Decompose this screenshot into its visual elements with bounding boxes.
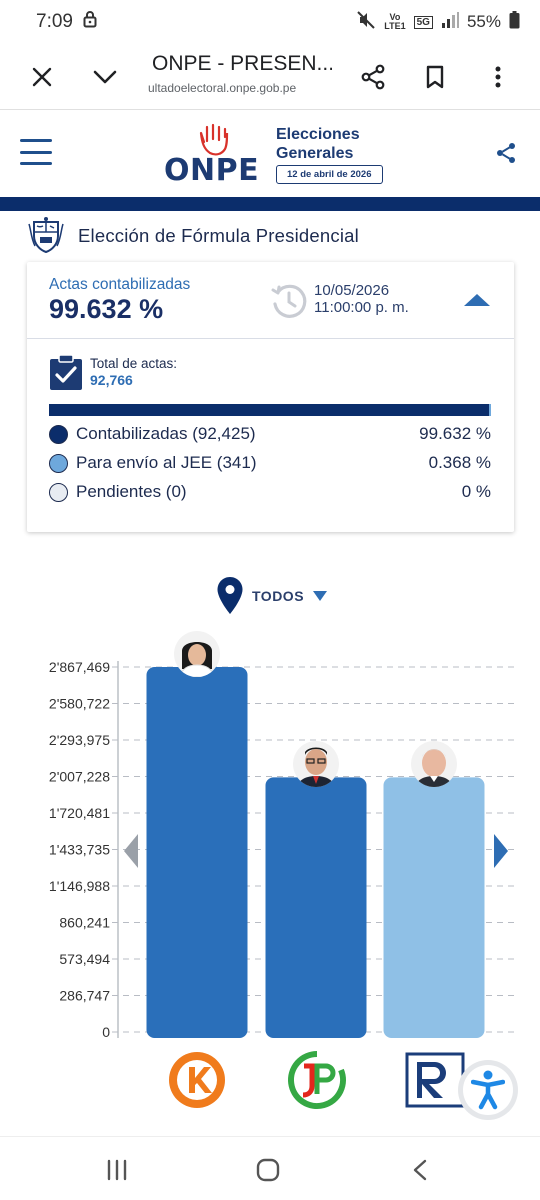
elecciones-line2: Generales	[276, 145, 354, 162]
bar-chart-svg: 0 286,747 573,494 860,241 1'146,988 1'433,735…	[49, 659, 515, 1040]
back-icon[interactable]	[405, 1157, 435, 1183]
candidate-photo-2	[293, 741, 339, 788]
bar-1[interactable]	[146, 667, 248, 1038]
progress-contabilizadas	[49, 404, 490, 416]
summary-card: Actas contabilizadas 99.632 % 10/05/2026…	[27, 262, 514, 532]
legend-label: Contabilizadas (92,425)	[76, 424, 256, 443]
share-icon[interactable]	[494, 141, 518, 170]
last-update: 10/05/2026 11:00:00 p. m.	[314, 282, 409, 316]
y-tick-label: 0	[102, 1024, 110, 1040]
actas-percentage: 99.632 %	[49, 294, 164, 324]
y-tick-label: 286,747	[59, 988, 110, 1004]
lock-icon	[83, 10, 97, 34]
accessibility-button[interactable]	[458, 1060, 518, 1120]
elecciones-line1: Elecciones	[276, 126, 360, 143]
collapse-arrow-icon[interactable]	[464, 294, 490, 306]
y-tick-label: 2'867,469	[49, 659, 110, 675]
status-time: 7:09	[36, 11, 73, 32]
y-tick-label: 1'720,481	[49, 805, 110, 821]
bar-3[interactable]	[383, 777, 485, 1038]
legend-pendientes: Pendientes (0) 0 %	[49, 480, 491, 504]
election-date-pill: 12 de abril de 2026	[276, 165, 383, 184]
elecciones-title: Elecciones Generales	[276, 125, 360, 163]
update-date: 10/05/2026	[314, 282, 390, 299]
y-tick-label: 1'146,988	[49, 878, 110, 894]
renovacion-popular-logo-icon[interactable]	[405, 1050, 465, 1110]
chevron-down-icon[interactable]	[86, 58, 124, 96]
progress-jee	[489, 404, 491, 416]
legend-jee: Para envío al JEE (341) 0.368 %	[49, 451, 491, 475]
legend-contabilizadas: Contabilizadas (92,425) 99.632 %	[49, 422, 491, 446]
y-tick-label: 2'293,975	[49, 732, 110, 748]
update-time: 11:00:00 p. m.	[314, 299, 409, 316]
y-tick-label: 2'580,722	[49, 696, 110, 712]
android-nav-bar	[0, 1136, 540, 1200]
actas-progress-bar	[49, 404, 491, 416]
legend-value: 99.632 %	[419, 424, 491, 443]
site-header: ONPE Elecciones Generales 12 de abril de…	[0, 111, 540, 197]
candidate-photo-1	[174, 631, 220, 677]
browser-url[interactable]: ultadoelectoral.onpe.gob.pe	[148, 81, 296, 95]
hand-logo-icon	[199, 123, 229, 156]
page-title: Elección de Fórmula Presidencial	[78, 225, 359, 246]
section-header: Elección de Fórmula Presidencial	[26, 216, 359, 256]
more-vert-icon[interactable]	[479, 58, 517, 96]
accessibility-icon	[463, 1065, 513, 1115]
signal-icon	[441, 11, 459, 33]
volte-indicator: Vo LTE1	[384, 12, 406, 31]
header-band	[0, 197, 540, 211]
actas-label: Actas contabilizadas	[49, 276, 191, 293]
legend-label: Pendientes (0)	[76, 482, 187, 501]
share-icon[interactable]	[354, 58, 392, 96]
y-tick-label: 2'007,228	[49, 769, 110, 785]
hamburger-icon[interactable]	[20, 139, 52, 165]
peru-coat-of-arms-icon	[28, 217, 64, 254]
network-indicator: 5G	[413, 15, 433, 29]
bar-2[interactable]	[265, 777, 367, 1038]
legend-dot-contabilizadas	[49, 424, 68, 444]
location-pin-icon	[217, 577, 243, 614]
clock-history-icon	[271, 284, 307, 318]
status-bar: 7:09 Vo LTE1 5G 55%	[0, 0, 540, 44]
legend-dot-jee	[49, 453, 68, 473]
clipboard-check-icon	[50, 355, 82, 390]
legend-dot-pendientes	[49, 482, 68, 502]
legend-value: 0 %	[461, 482, 491, 501]
y-tick-label: 573,494	[59, 951, 110, 967]
y-tick-label: 1'433,735	[49, 841, 110, 857]
recent-apps-icon[interactable]	[102, 1157, 132, 1183]
mute-icon	[356, 10, 376, 35]
caret-down-icon	[313, 591, 328, 601]
home-icon[interactable]	[253, 1157, 283, 1183]
filter-label: TODOS	[252, 588, 305, 604]
region-filter[interactable]: TODOS	[216, 576, 328, 616]
summary-card-header[interactable]: Actas contabilizadas 99.632 % 10/05/2026…	[27, 262, 514, 339]
fuerza-popular-logo-icon[interactable]	[167, 1050, 227, 1110]
chevron-right-icon[interactable]	[494, 834, 508, 868]
battery-icon	[509, 10, 520, 34]
browser-page-title[interactable]: ONPE - PRESEN...	[152, 52, 332, 76]
y-tick-label: 860,241	[59, 915, 110, 931]
total-actas-value: 92,766	[90, 372, 133, 388]
chevron-left-icon[interactable]	[124, 834, 138, 868]
browser-toolbar: ONPE - PRESEN... ultadoelectoral.onpe.go…	[0, 44, 540, 110]
onpe-logo[interactable]: ONPE	[164, 123, 264, 188]
legend-label: Para envío al JEE (341)	[76, 453, 257, 472]
bookmark-icon[interactable]	[416, 58, 454, 96]
total-actas-label: Total de actas:	[90, 356, 178, 371]
legend-value: 0.368 %	[428, 453, 491, 472]
logo-text: ONPE	[164, 153, 260, 188]
battery-label: 55%	[466, 12, 501, 31]
results-chart: 0 286,747 573,494 860,241 1'146,988 1'433,735…	[0, 620, 540, 1060]
juntos-por-el-peru-logo-icon[interactable]	[287, 1050, 347, 1110]
close-icon[interactable]	[23, 58, 61, 96]
candidate-photo-3	[411, 741, 457, 788]
